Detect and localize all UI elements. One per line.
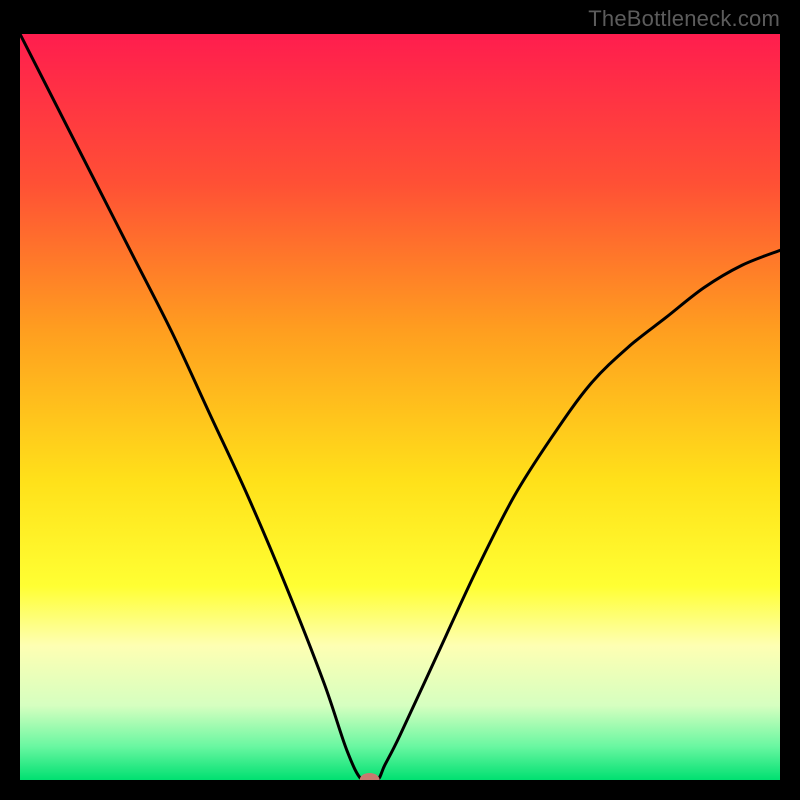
bottleneck-chart (20, 34, 780, 780)
watermark-text: TheBottleneck.com (588, 6, 780, 32)
gradient-background (20, 34, 780, 780)
chart-frame (20, 34, 780, 780)
